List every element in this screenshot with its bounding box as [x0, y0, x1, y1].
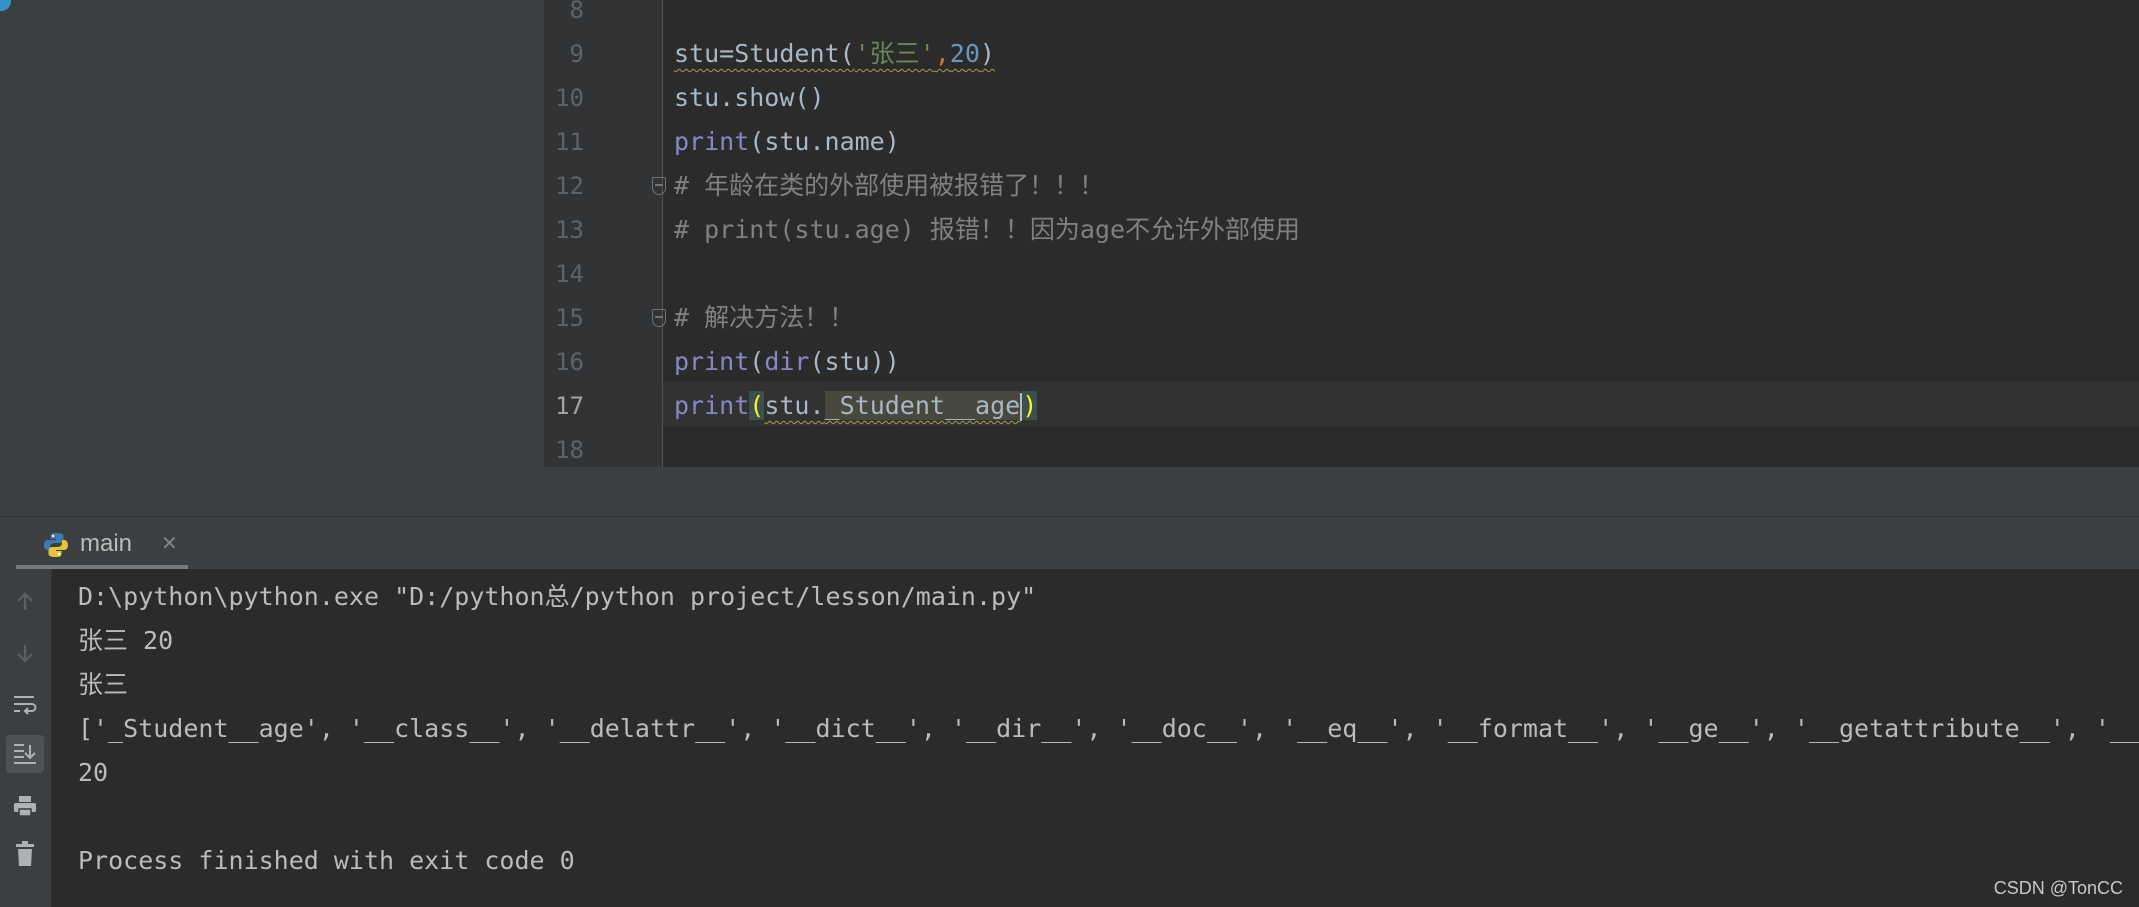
console-line: D:\python\python.exe "D:/python总/python …: [78, 582, 1037, 611]
console-line: 20: [78, 758, 109, 787]
tab-run-main[interactable]: main ✕: [16, 517, 188, 570]
code-line[interactable]: stu=Student('张三',20): [674, 32, 995, 76]
soft-wrap-icon[interactable]: [6, 685, 44, 723]
python-icon: [44, 533, 68, 557]
editor-bottom-area: [544, 467, 2139, 516]
line-number: 18: [555, 436, 584, 464]
code-line[interactable]: stu.show(): [674, 76, 825, 120]
code-token: ,: [934, 39, 950, 68]
gutter-divider: [662, 0, 663, 467]
print-icon[interactable]: [6, 787, 44, 825]
line-number: 15: [555, 304, 584, 332]
code-token: '张三': [854, 39, 935, 68]
line-number: 9: [569, 40, 584, 68]
line-number: 8: [569, 0, 584, 24]
line-number: 14: [555, 260, 584, 288]
console-line: 张三 20: [78, 626, 174, 655]
code-line[interactable]: print(dir(stu)): [674, 340, 900, 384]
project-pane: [0, 0, 544, 516]
console-output[interactable]: D:\python\python.exe "D:/python总/python …: [52, 569, 2139, 907]
code-token: ): [1022, 391, 1038, 420]
arrow-down-icon[interactable]: [6, 634, 44, 672]
console-line: 张三: [78, 670, 129, 699]
trash-icon[interactable]: [6, 835, 44, 873]
code-token: stu=Student(: [674, 39, 855, 68]
code-token: print: [674, 127, 750, 156]
code-token: (: [749, 347, 765, 376]
line-number: 10: [555, 84, 584, 112]
code-line[interactable]: # 年龄在类的外部使用被报错了！！！: [674, 164, 1104, 208]
code-line[interactable]: print(stu._Student__age): [674, 384, 1038, 428]
line-number: 13: [555, 216, 584, 244]
code-token: # print(stu.age) 报错！！因为age不允许外部使用: [674, 215, 1301, 244]
code-token: (stu.name): [749, 127, 900, 156]
line-number: 11: [555, 128, 584, 156]
code-line[interactable]: print(stu.name): [674, 120, 900, 164]
code-token: stu.: [764, 391, 825, 420]
code-token: ): [979, 39, 995, 68]
arrow-up-icon[interactable]: [6, 583, 44, 621]
code-token: # 年龄在类的外部使用被报错了！！！: [674, 171, 1105, 200]
fold-icon[interactable]: [652, 177, 666, 195]
code-token: dir: [764, 347, 810, 376]
run-toolbar: [0, 569, 52, 907]
code-editor[interactable]: stu=Student('张三',20) stu.show() print(stu.…: [544, 0, 2139, 467]
line-number: 17: [555, 392, 584, 420]
code-token: (stu)): [809, 347, 900, 376]
line-number: 12: [555, 172, 584, 200]
code-line[interactable]: # print(stu.age) 报错！！因为age不允许外部使用: [674, 208, 1300, 252]
code-token: _Student__age: [824, 391, 1021, 420]
code-line[interactable]: # 解决方法！！: [674, 296, 854, 340]
code-token: 20: [949, 39, 980, 68]
fold-icon[interactable]: [652, 309, 666, 327]
run-tool-window-header: main ✕: [0, 516, 2139, 570]
console-line: ['_Student__age', '__class__', '__delatt…: [78, 714, 2139, 743]
watermark: CSDN @TonCC: [1993, 878, 2123, 898]
console-line: Process finished with exit code 0: [78, 846, 575, 875]
code-token: stu.show(): [674, 83, 825, 112]
line-number: 16: [555, 348, 584, 376]
code-token: print: [674, 347, 750, 376]
code-token: print: [674, 391, 750, 420]
close-icon[interactable]: ✕: [161, 517, 178, 570]
scroll-to-end-icon[interactable]: [6, 735, 44, 773]
code-token: # 解决方法！！: [674, 303, 855, 332]
tab-label: main: [80, 530, 133, 557]
status-dot: [0, 0, 11, 11]
code-token: (: [749, 391, 765, 420]
